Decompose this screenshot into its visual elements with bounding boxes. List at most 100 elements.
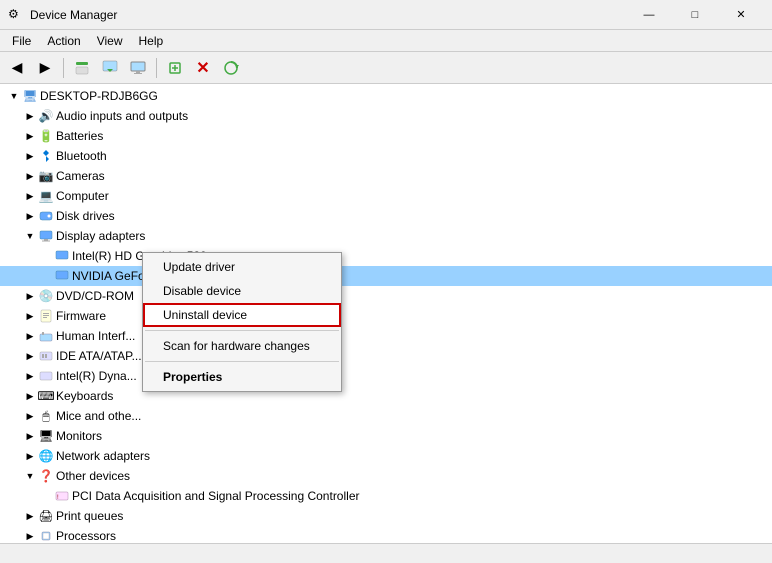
batteries-label: Batteries xyxy=(56,129,103,143)
processors-toggle[interactable]: ▶ xyxy=(22,528,38,543)
monitors-toggle[interactable]: ▶ xyxy=(22,428,38,444)
batteries-icon: 🔋 xyxy=(38,128,54,144)
otherdevices-toggle[interactable]: ▼ xyxy=(22,468,38,484)
title-bar: ⚙ Device Manager — □ ✕ xyxy=(0,0,772,30)
mice-label: Mice and othe... xyxy=(56,409,141,423)
tree-item-diskdrives[interactable]: ▶ Disk drives xyxy=(0,206,772,226)
ctx-disable-device[interactable]: Disable device xyxy=(143,279,341,303)
toolbar-scan[interactable] xyxy=(218,56,244,80)
tree-item-computer[interactable]: ▶ 💻 Computer xyxy=(0,186,772,206)
tree-item-firmware[interactable]: ▶ Firmware xyxy=(0,306,772,326)
tree-item-cameras[interactable]: ▶ 📷 Cameras xyxy=(0,166,772,186)
toolbar-update[interactable] xyxy=(97,56,123,80)
title-bar-text: Device Manager xyxy=(30,8,626,22)
network-toggle[interactable]: ▶ xyxy=(22,448,38,464)
ideata-toggle[interactable]: ▶ xyxy=(22,348,38,364)
humaninterface-icon xyxy=(38,328,54,344)
ideata-icon xyxy=(38,348,54,364)
ctx-properties[interactable]: Properties xyxy=(143,365,341,389)
tree-item-displayadapters[interactable]: ▼ Display adapters xyxy=(0,226,772,246)
toolbar-forward[interactable]: ▶ xyxy=(32,56,58,80)
audio-label: Audio inputs and outputs xyxy=(56,109,188,123)
toolbar-remove[interactable]: ✕ xyxy=(190,56,216,80)
tree-item-audio[interactable]: ▶ 🔊 Audio inputs and outputs xyxy=(0,106,772,126)
tree-item-ideata[interactable]: ▶ IDE ATA/ATAP... xyxy=(0,346,772,366)
tree-item-nvidia[interactable]: NVIDIA GeForce 940M xyxy=(0,266,772,286)
printqueues-label: Print queues xyxy=(56,509,123,523)
dvd-toggle[interactable]: ▶ xyxy=(22,288,38,304)
ctx-scan-hardware[interactable]: Scan for hardware changes xyxy=(143,334,341,358)
status-bar xyxy=(0,543,772,563)
toolbar-screen[interactable] xyxy=(125,56,151,80)
tree-item-dvd[interactable]: ▶ 💿 DVD/CD-ROM xyxy=(0,286,772,306)
cameras-label: Cameras xyxy=(56,169,105,183)
computer-label: Computer xyxy=(56,189,109,203)
mice-toggle[interactable]: ▶ xyxy=(22,408,38,424)
humaninterface-toggle[interactable]: ▶ xyxy=(22,328,38,344)
inteldynamic-label: Intel(R) Dyna... xyxy=(56,369,137,383)
printqueues-toggle[interactable]: ▶ xyxy=(22,508,38,524)
tree-root[interactable]: ▼ 🖥 DESKTOP-RDJB6GG xyxy=(0,86,772,106)
root-toggle[interactable]: ▼ xyxy=(6,88,22,104)
toolbar-add[interactable] xyxy=(162,56,188,80)
cameras-icon: 📷 xyxy=(38,168,54,184)
computer-icon2: 💻 xyxy=(38,188,54,204)
tree-item-printqueues[interactable]: ▶ 🖨 Print queues xyxy=(0,506,772,526)
batteries-toggle[interactable]: ▶ xyxy=(22,128,38,144)
diskdrives-toggle[interactable]: ▶ xyxy=(22,208,38,224)
menu-action[interactable]: Action xyxy=(39,32,88,50)
toolbar-back[interactable]: ◀ xyxy=(4,56,30,80)
tree-item-network[interactable]: ▶ 🌐 Network adapters xyxy=(0,446,772,466)
monitors-icon: 🖥 xyxy=(38,428,54,444)
computer-toggle[interactable]: ▶ xyxy=(22,188,38,204)
ideata-label: IDE ATA/ATAP... xyxy=(56,349,142,363)
keyboards-label: Keyboards xyxy=(56,389,113,403)
inteldynamic-toggle[interactable]: ▶ xyxy=(22,368,38,384)
tree-item-mice[interactable]: ▶ 🖱 Mice and othe... xyxy=(0,406,772,426)
tree-item-humaninterface[interactable]: ▶ Human Interf... xyxy=(0,326,772,346)
device-tree[interactable]: ▼ 🖥 DESKTOP-RDJB6GG ▶ 🔊 Audio inputs and… xyxy=(0,84,772,543)
ctx-update-driver[interactable]: Update driver xyxy=(143,255,341,279)
humaninterface-label: Human Interf... xyxy=(56,329,135,343)
close-button[interactable]: ✕ xyxy=(718,0,764,30)
computer-icon: 🖥 xyxy=(22,88,38,104)
keyboards-toggle[interactable]: ▶ xyxy=(22,388,38,404)
tree-item-keyboards[interactable]: ▶ ⌨ Keyboards xyxy=(0,386,772,406)
monitors-label: Monitors xyxy=(56,429,102,443)
tree-item-batteries[interactable]: ▶ 🔋 Batteries xyxy=(0,126,772,146)
pcidata-toggle xyxy=(38,488,54,504)
nvidia-icon xyxy=(54,268,70,284)
diskdrives-label: Disk drives xyxy=(56,209,115,223)
tree-item-pcidata[interactable]: ! PCI Data Acquisition and Signal Proces… xyxy=(0,486,772,506)
pcidata-icon: ! xyxy=(54,488,70,504)
ctx-uninstall-device[interactable]: Uninstall device xyxy=(143,303,341,327)
displayadapters-toggle[interactable]: ▼ xyxy=(22,228,38,244)
tree-item-intel-hd[interactable]: Intel(R) HD Graphics 520 xyxy=(0,246,772,266)
context-menu: Update driver Disable device Uninstall d… xyxy=(142,252,342,392)
menu-view[interactable]: View xyxy=(89,32,131,50)
menu-bar: File Action View Help xyxy=(0,30,772,52)
tree-item-bluetooth[interactable]: ▶ Bluetooth xyxy=(0,146,772,166)
displayadapters-icon xyxy=(38,228,54,244)
firmware-toggle[interactable]: ▶ xyxy=(22,308,38,324)
bluetooth-label: Bluetooth xyxy=(56,149,107,163)
cameras-toggle[interactable]: ▶ xyxy=(22,168,38,184)
menu-file[interactable]: File xyxy=(4,32,39,50)
audio-toggle[interactable]: ▶ xyxy=(22,108,38,124)
maximize-button[interactable]: □ xyxy=(672,0,718,30)
minimize-button[interactable]: — xyxy=(626,0,672,30)
intel-hd-icon xyxy=(54,248,70,264)
toolbar-sep2 xyxy=(156,58,157,78)
ctx-sep2 xyxy=(145,361,339,362)
menu-help[interactable]: Help xyxy=(131,32,172,50)
tree-item-processors[interactable]: ▶ Processors xyxy=(0,526,772,543)
ctx-sep1 xyxy=(145,330,339,331)
toolbar-properties[interactable] xyxy=(69,56,95,80)
displayadapters-label: Display adapters xyxy=(56,229,145,243)
tree-item-inteldynamic[interactable]: ▶ Intel(R) Dyna... xyxy=(0,366,772,386)
nvidia-toggle xyxy=(38,268,54,284)
tree-item-monitors[interactable]: ▶ 🖥 Monitors xyxy=(0,426,772,446)
tree-item-otherdevices[interactable]: ▼ ❓ Other devices xyxy=(0,466,772,486)
bluetooth-toggle[interactable]: ▶ xyxy=(22,148,38,164)
inteldynamic-icon xyxy=(38,368,54,384)
